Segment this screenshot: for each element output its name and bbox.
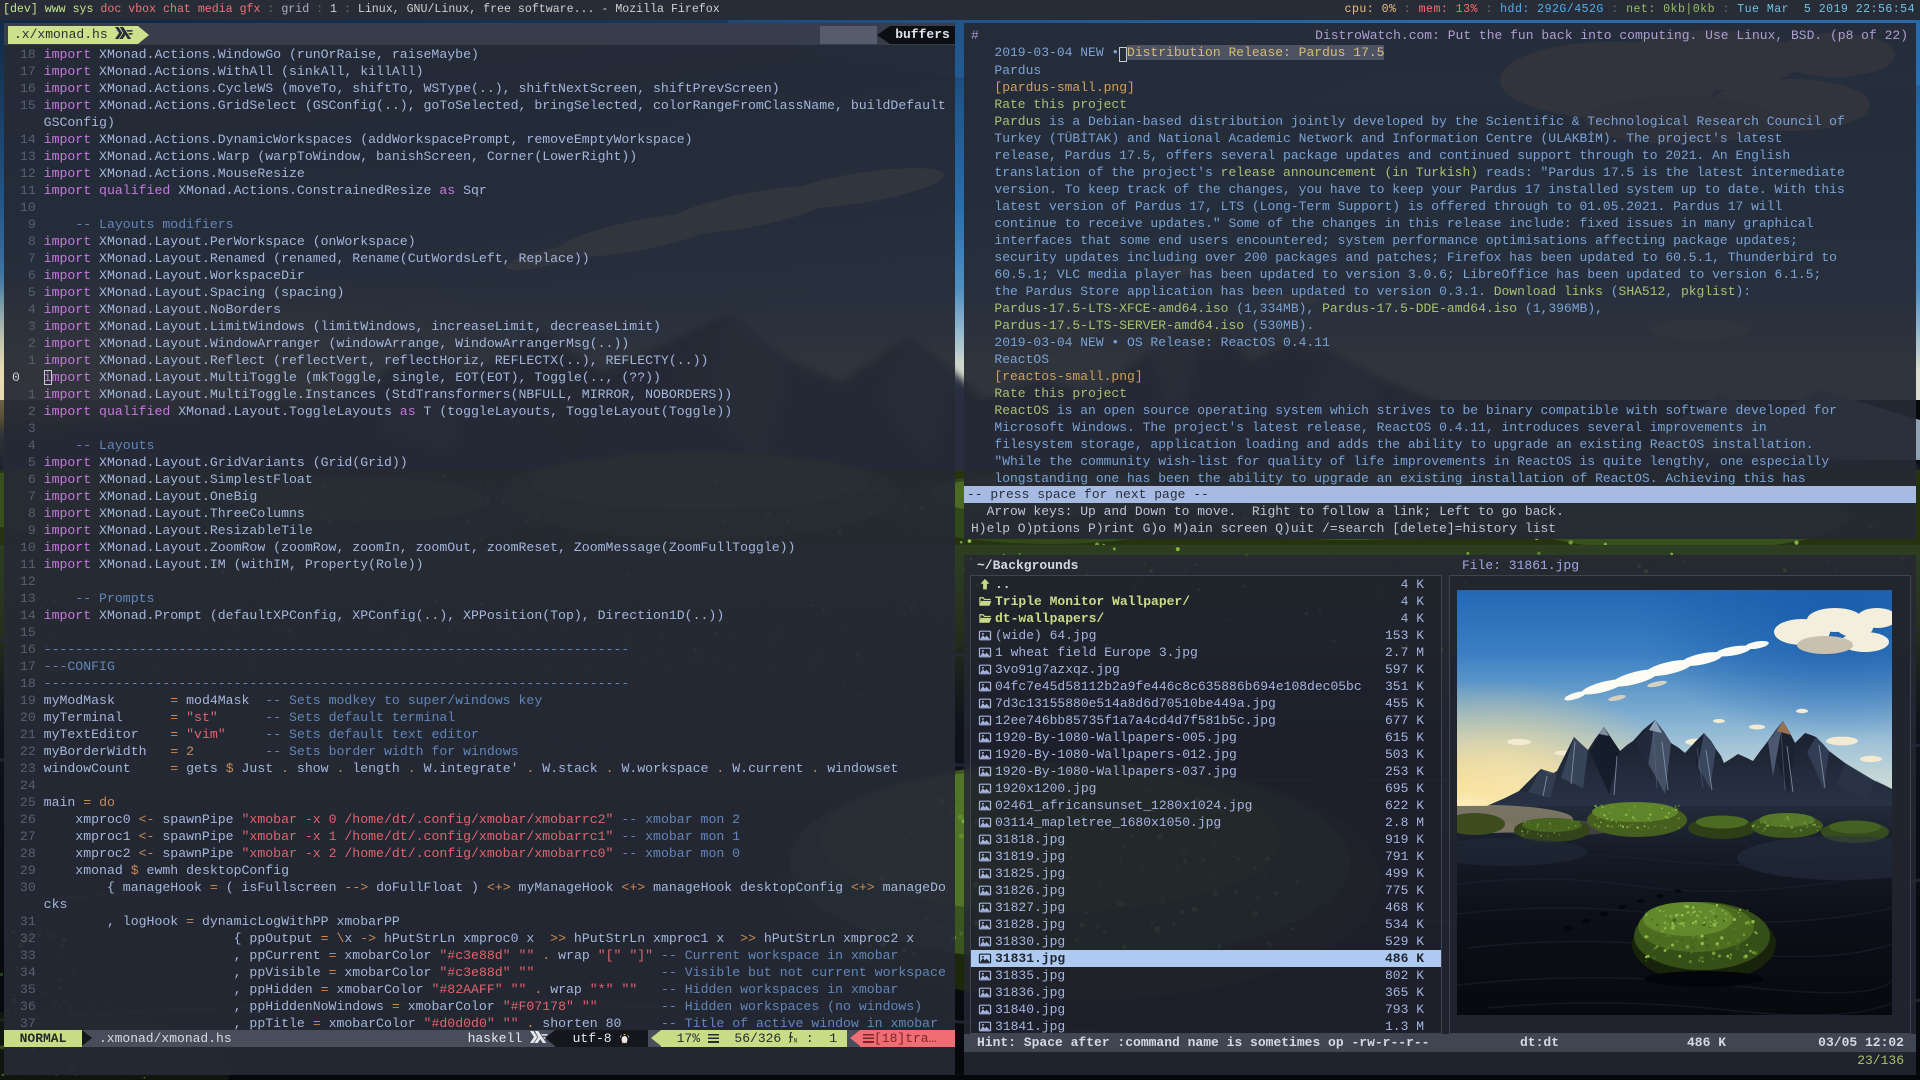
svg-text:N: N xyxy=(794,1038,798,1043)
